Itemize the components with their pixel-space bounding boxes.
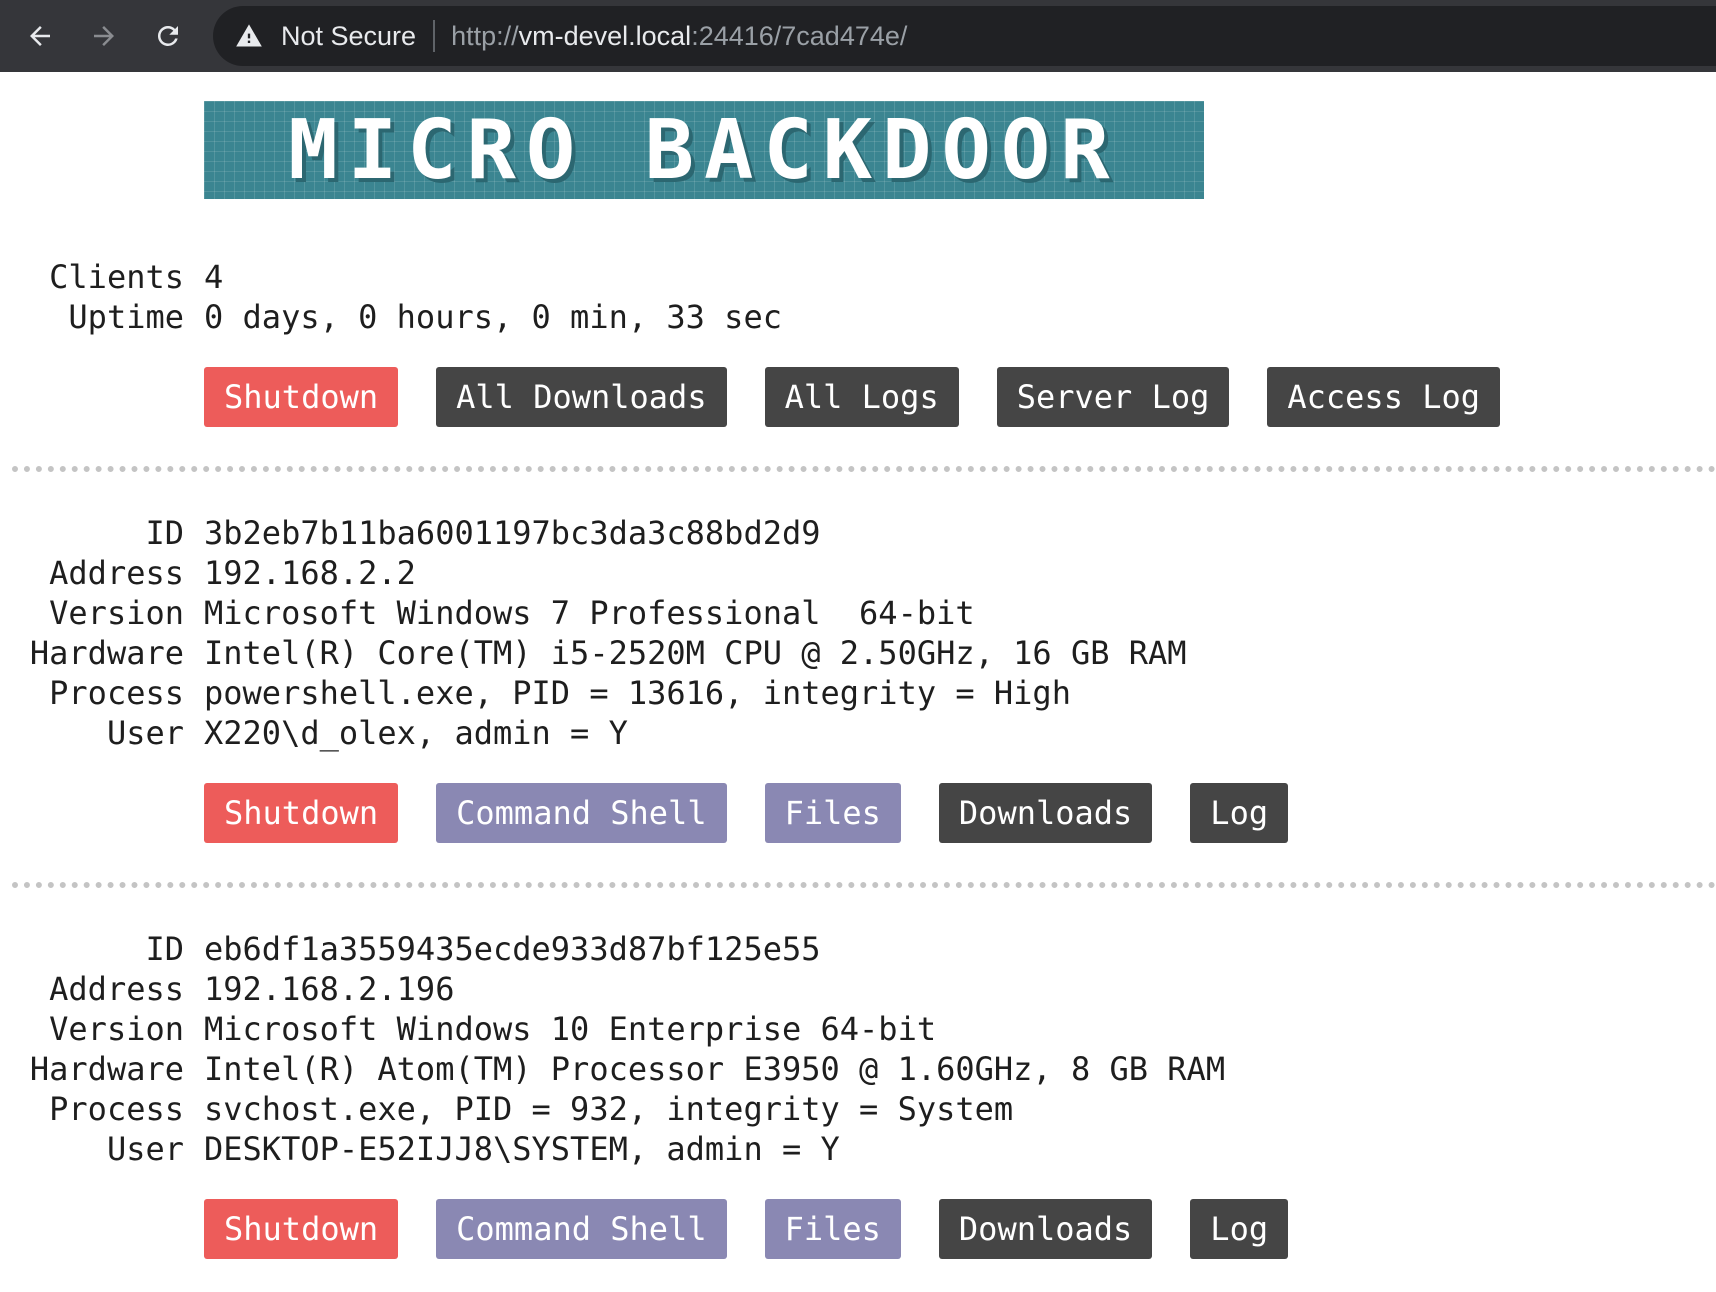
server-actions: Shutdown All Downloads All Logs Server L… [204,367,1538,427]
info-row: Address 192.168.2.2 [0,553,1716,593]
info-row: User DESKTOP-E52IJJ8\SYSTEM, admin = Y [0,1129,1716,1169]
server-info: Clients 4 Uptime 0 days, 0 hours, 0 min,… [0,257,1716,337]
security-label[interactable]: Not Secure [281,21,416,52]
back-button[interactable] [16,12,64,60]
info-label: Address [49,554,184,592]
log-button[interactable]: Log [1190,783,1289,843]
info-label: Version [49,594,184,632]
info-row: Version Microsoft Windows 7 Professional … [0,593,1716,633]
url-scheme: http:// [451,20,519,51]
logo-banner: MICRO BACKDOOR [204,101,1204,199]
info-label: Address [49,970,184,1008]
arrow-left-icon [30,26,50,46]
section-divider [12,466,1716,472]
info-value: Intel(R) Atom(TM) Processor E3950 @ 1.60… [204,1050,1226,1088]
info-label: Clients [49,258,184,296]
info-value: 3b2eb7b11ba6001197bc3da3c88bd2d9 [204,514,821,552]
info-value: 4 [204,258,224,296]
warning-icon[interactable] [235,22,263,50]
server-log-button[interactable]: Server Log [996,367,1230,427]
info-label: User [106,1130,184,1168]
info-row: Hardware Intel(R) Atom(TM) Processor E395… [0,1049,1716,1089]
info-label: Hardware [29,634,184,672]
info-value: svchost.exe, PID = 932, integrity = Syst… [204,1090,1014,1128]
shutdown-client-button[interactable]: Shutdown [204,1199,399,1259]
info-row: Uptime 0 days, 0 hours, 0 min, 33 sec [0,297,1716,337]
info-row: Address 192.168.2.196 [0,969,1716,1009]
all-downloads-button[interactable]: All Downloads [436,367,727,427]
info-row: ID eb6df1a3559435ecde933d87bf125e55 [0,929,1716,969]
info-value: powershell.exe, PID = 13616, integrity =… [204,674,1071,712]
reload-icon [157,25,178,46]
url-host: vm-devel.local [518,20,692,51]
arrow-right-icon [94,26,114,46]
shutdown-server-button[interactable]: Shutdown [204,367,399,427]
omnibox-separator [433,20,436,52]
forward-button[interactable] [80,12,128,60]
info-label: Process [49,674,184,712]
all-logs-button[interactable]: All Logs [764,367,959,427]
info-row: Hardware Intel(R) Core(TM) i5-2520M CPU @… [0,633,1716,673]
client-info: ID 3b2eb7b11ba6001197bc3da3c88bd2d9 Addre… [0,513,1716,753]
downloads-button[interactable]: Downloads [938,1199,1153,1259]
browser-toolbar: Not Secure http://vm-devel.local:24416/7… [0,0,1716,72]
info-value: DESKTOP-E52IJJ8\SYSTEM, admin = Y [204,1130,840,1168]
info-row: Clients 4 [0,257,1716,297]
info-label: User [106,714,184,752]
info-value: X220\d_olex, admin = Y [204,714,628,752]
info-value: 192.168.2.2 [204,554,416,592]
url-text[interactable]: http://vm-devel.local:24416/7cad474e/ [451,21,907,52]
reload-button[interactable] [144,12,192,60]
logo-text: MICRO BACKDOOR [288,102,1120,198]
shutdown-client-button[interactable]: Shutdown [204,783,399,843]
client-info: ID eb6df1a3559435ecde933d87bf125e55 Addre… [0,929,1716,1169]
info-value: Microsoft Windows 10 Enterprise 64-bit [204,1010,937,1048]
info-label: Process [49,1090,184,1128]
section-divider [12,882,1716,888]
command-shell-button[interactable]: Command Shell [436,783,727,843]
log-button[interactable]: Log [1190,1199,1289,1259]
info-row: Version Microsoft Windows 10 Enterprise 6… [0,1009,1716,1049]
files-button[interactable]: Files [764,783,901,843]
command-shell-button[interactable]: Command Shell [436,1199,727,1259]
files-button[interactable]: Files [764,1199,901,1259]
info-value: Intel(R) Core(TM) i5-2520M CPU @ 2.50GHz… [204,634,1187,672]
info-row: Process svchost.exe, PID = 932, integrity… [0,1089,1716,1129]
access-log-button[interactable]: Access Log [1267,367,1501,427]
address-bar[interactable]: Not Secure http://vm-devel.local:24416/7… [213,6,1716,66]
info-label: ID [145,930,184,968]
info-label: Uptime [68,298,184,336]
info-row: Process powershell.exe, PID = 13616, inte… [0,673,1716,713]
downloads-button[interactable]: Downloads [938,783,1153,843]
info-value: Microsoft Windows 7 Professional 64-bit [204,594,975,632]
info-label: Hardware [29,1050,184,1088]
url-path: :24416/7cad474e/ [691,20,908,51]
info-row: User X220\d_olex, admin = Y [0,713,1716,753]
info-value: eb6df1a3559435ecde933d87bf125e55 [204,930,821,968]
info-label: ID [145,514,184,552]
info-row: ID 3b2eb7b11ba6001197bc3da3c88bd2d9 [0,513,1716,553]
client-actions: Shutdown Command Shell Files Downloads L… [204,1199,1326,1259]
info-value: 0 days, 0 hours, 0 min, 33 sec [204,298,782,336]
info-value: 192.168.2.196 [204,970,455,1008]
info-label: Version [49,1010,184,1048]
client-actions: Shutdown Command Shell Files Downloads L… [204,783,1326,843]
